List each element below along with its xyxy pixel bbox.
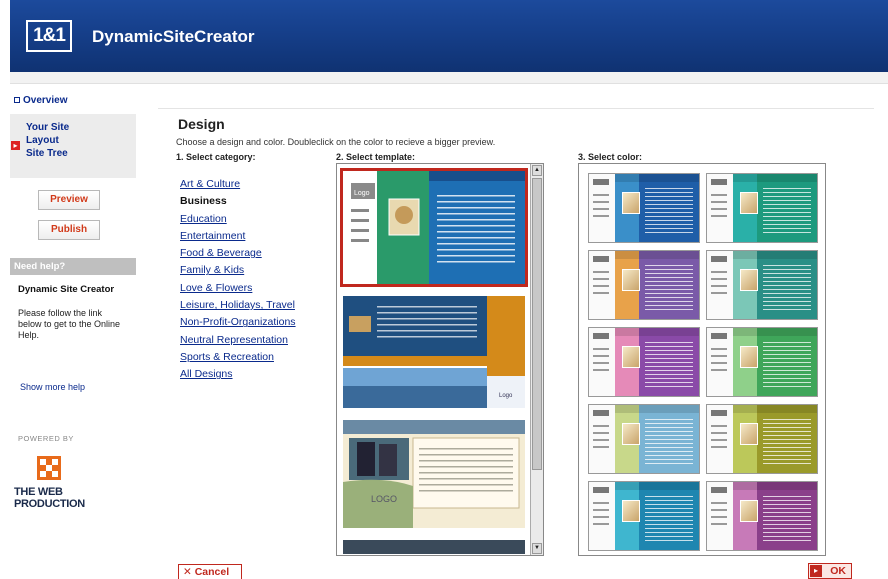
category-entertainment[interactable]: Entertainment bbox=[180, 229, 296, 246]
template2-logo-text: Logo bbox=[499, 393, 513, 399]
cancel-button[interactable]: ✕ Cancel bbox=[178, 564, 242, 579]
ok-label: OK bbox=[830, 565, 846, 577]
category-list: Art & Culture Business Education Enterta… bbox=[180, 177, 296, 385]
category-art-culture[interactable]: Art & Culture bbox=[180, 177, 296, 194]
app-header: 1&1 DynamicSiteCreator bbox=[10, 0, 888, 72]
template-thumbnail-1[interactable]: Logo bbox=[340, 168, 528, 287]
nav-item-your-site[interactable]: Your Site bbox=[26, 122, 69, 133]
template-list[interactable]: Logo Logo LOGO ▲ ▼ bbox=[336, 163, 544, 556]
nav-overview[interactable]: Overview bbox=[14, 95, 67, 106]
help-title: Dynamic Site Creator bbox=[18, 284, 115, 295]
category-non-profit[interactable]: Non-Profit-Organizations bbox=[180, 315, 296, 332]
step1-label: 1. Select category: bbox=[176, 152, 256, 162]
cancel-x-icon: ✕ bbox=[183, 566, 195, 578]
brand-logo: 1&1 bbox=[26, 20, 72, 52]
category-leisure-holidays-travel[interactable]: Leisure, Holidays, Travel bbox=[180, 298, 296, 315]
nav-overview-label: Overview bbox=[23, 95, 68, 106]
page-description: Choose a design and color. Doubleclick o… bbox=[176, 137, 496, 147]
category-sports-recreation[interactable]: Sports & Recreation bbox=[180, 350, 296, 367]
overview-icon bbox=[14, 97, 20, 104]
category-all-designs[interactable]: All Designs bbox=[180, 367, 296, 384]
color-swatch-10[interactable] bbox=[706, 481, 818, 551]
web-production-name: THE WEB PRODUCTION bbox=[14, 486, 85, 510]
category-food-beverage[interactable]: Food & Beverage bbox=[180, 246, 296, 263]
template-thumbnail-3[interactable]: LOGO bbox=[343, 420, 525, 528]
help-text: Please follow the link below to get to t… bbox=[18, 308, 121, 340]
help-header: Need help? bbox=[10, 258, 136, 275]
publish-button[interactable]: Publish bbox=[38, 220, 100, 240]
show-more-help-link[interactable]: Show more help bbox=[20, 382, 85, 392]
scroll-down-icon[interactable]: ▼ bbox=[532, 543, 542, 554]
step3-label: 3. Select color: bbox=[578, 152, 643, 162]
category-education[interactable]: Education bbox=[180, 212, 296, 229]
template-thumbnail-4[interactable] bbox=[343, 540, 525, 554]
nav-item-layout[interactable]: Layout bbox=[26, 135, 59, 146]
category-business[interactable]: Business bbox=[180, 194, 296, 211]
color-swatch-2[interactable] bbox=[706, 173, 818, 243]
category-family-kids[interactable]: Family & Kids bbox=[180, 263, 296, 280]
app-title: DynamicSiteCreator bbox=[92, 27, 255, 46]
preview-button[interactable]: Preview bbox=[38, 190, 100, 210]
powered-by-label: POWERED BY bbox=[18, 434, 74, 443]
sidebar: Overview Your Site ▸ Layout Site Tree Pr… bbox=[10, 84, 136, 579]
template-thumbnail-2[interactable]: Logo bbox=[343, 296, 525, 408]
template-scrollbar[interactable]: ▲ ▼ bbox=[530, 164, 543, 555]
color-swatch-7[interactable] bbox=[588, 404, 700, 474]
scroll-up-icon[interactable]: ▲ bbox=[532, 165, 542, 176]
nav-item-site-tree[interactable]: Site Tree bbox=[26, 148, 68, 159]
color-swatch-8[interactable] bbox=[706, 404, 818, 474]
ok-button[interactable]: ▸ OK bbox=[808, 563, 852, 579]
ok-arrow-icon: ▸ bbox=[810, 565, 822, 577]
template1-logo-text: Logo bbox=[354, 190, 370, 197]
category-love-flowers[interactable]: Love & Flowers bbox=[180, 281, 296, 298]
template3-logo-text: LOGO bbox=[371, 494, 397, 504]
current-page-arrow-icon: ▸ bbox=[11, 141, 20, 150]
web-production-logo-icon bbox=[37, 456, 61, 480]
scrollbar-thumb[interactable] bbox=[532, 178, 542, 470]
color-swatch-1[interactable] bbox=[588, 173, 700, 243]
color-swatch-9[interactable] bbox=[588, 481, 700, 551]
page-title: Design bbox=[178, 116, 225, 132]
color-swatch-5[interactable] bbox=[588, 327, 700, 397]
color-swatch-4[interactable] bbox=[706, 250, 818, 320]
cancel-label: Cancel bbox=[194, 566, 230, 578]
color-swatch-6[interactable] bbox=[706, 327, 818, 397]
step2-label: 2. Select template: bbox=[336, 152, 416, 162]
category-neutral-representation[interactable]: Neutral Representation bbox=[180, 333, 296, 350]
color-swatch-3[interactable] bbox=[588, 250, 700, 320]
header-divider bbox=[10, 72, 888, 84]
